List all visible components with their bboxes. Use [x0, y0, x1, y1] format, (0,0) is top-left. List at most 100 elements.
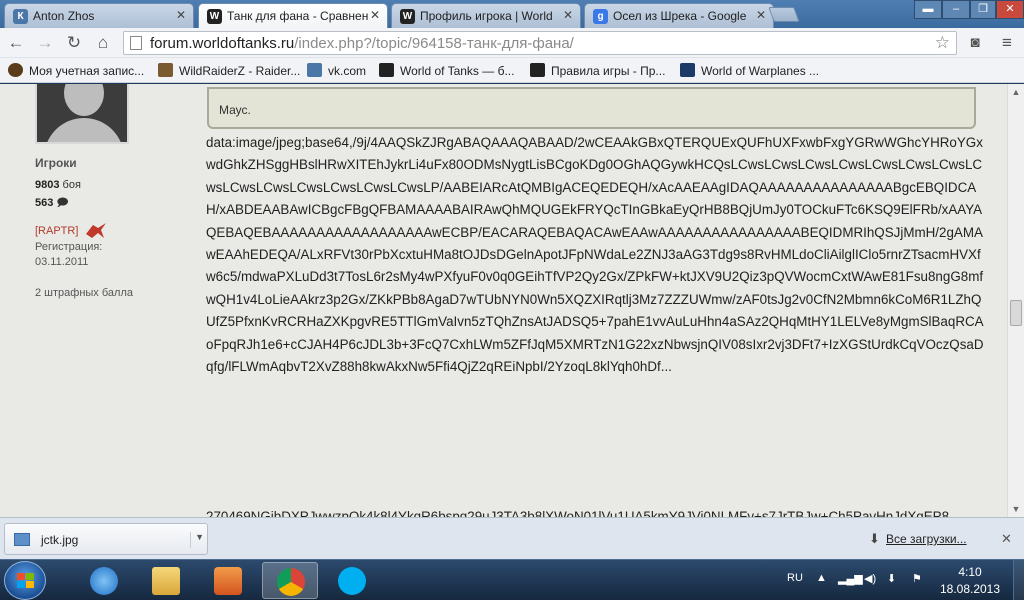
menu-icon[interactable]: ≡: [996, 34, 1018, 52]
bookmark-wowp[interactable]: World of Warplanes ...: [680, 63, 819, 78]
avatar[interactable]: [35, 84, 129, 144]
wot-icon: [379, 63, 394, 77]
scroll-down-icon[interactable]: ▼: [1008, 501, 1024, 517]
camera-extension-icon[interactable]: ◙: [964, 34, 986, 52]
battles-stat: 9803 боя: [35, 179, 81, 191]
language-indicator[interactable]: RU: [787, 572, 803, 584]
start-button[interactable]: [4, 561, 46, 600]
all-downloads-label: Все загрузки...: [886, 532, 967, 546]
bookmark-label: Моя учетная запис...: [29, 64, 145, 78]
forward-icon[interactable]: →: [34, 34, 56, 52]
taskbar-media-player[interactable]: [200, 562, 256, 599]
user-role: Игроки: [35, 156, 77, 170]
wot-icon: W: [400, 9, 415, 24]
scroll-up-icon[interactable]: ▲: [1008, 84, 1024, 100]
page-icon: [130, 36, 142, 50]
registration-label: Регистрация:: [35, 241, 103, 253]
bookmark-account[interactable]: Моя учетная запис...: [8, 63, 144, 78]
clock-time: 4:10: [958, 565, 982, 579]
user-icon[interactable]: ▬: [914, 0, 942, 19]
download-bar: jctk.jpg ▼ ⬇ Все загрузки... ✕: [0, 517, 1024, 559]
folder-icon: [152, 567, 180, 595]
tab-vk[interactable]: К Anton Zhos ✕: [4, 3, 194, 28]
tab-title: Осел из Шрека - Google: [613, 9, 747, 23]
close-window-icon[interactable]: ✕: [996, 0, 1024, 19]
navigation-toolbar: ← → ↻ ⌂ forum.worldoftanks.ru/index.php?…: [0, 28, 1024, 58]
download-arrow-icon: ⬇: [869, 531, 880, 546]
tab-title: Профиль игрока | World: [420, 9, 553, 23]
bookmarks-bar: Моя учетная запис... WildRaiderZ - Raide…: [0, 58, 1024, 83]
battles-count: 9803: [35, 179, 60, 191]
back-icon[interactable]: ←: [5, 34, 27, 52]
tab-google[interactable]: g Осел из Шрека - Google ✕: [584, 3, 774, 28]
taskbar-skype[interactable]: [324, 562, 380, 599]
vk-icon: [307, 63, 322, 77]
reload-icon[interactable]: ↻: [63, 34, 85, 52]
windows-taskbar: RU ▲ ▂▄▆ ◀) ⬇ ⚑ 4:10 18.08.2013: [0, 559, 1024, 600]
skype-icon: [338, 567, 366, 595]
quote-block: Маус.: [207, 87, 976, 129]
penalty-points: 2 штрафных балла: [35, 287, 133, 299]
clock-date: 18.08.2013: [939, 582, 1001, 596]
url-host: forum.worldoftanks.ru: [150, 35, 295, 52]
bookmark-rules[interactable]: Правила игры - Пр...: [530, 63, 665, 78]
user-info-panel: Игроки 9803 боя 563 🗩 [RAPTR] Регистраци…: [0, 84, 200, 517]
image-file-icon: [14, 533, 30, 546]
address-bar[interactable]: forum.worldoftanks.ru/index.php?/topic/9…: [123, 31, 957, 55]
download-tray-icon[interactable]: ⬇: [887, 572, 896, 585]
google-icon: g: [593, 9, 608, 24]
bookmark-star-icon[interactable]: ☆: [935, 33, 950, 53]
tab-player-profile[interactable]: W Профиль игрока | World ✕: [391, 3, 581, 28]
clan-tag[interactable]: [RAPTR]: [35, 225, 78, 237]
close-icon[interactable]: ✕: [756, 8, 766, 22]
close-icon[interactable]: ✕: [370, 8, 380, 22]
raider-icon: [158, 63, 173, 77]
tab-tank-for-fun[interactable]: W Танк для фана - Сравнен ✕: [198, 3, 388, 28]
network-icon[interactable]: ▂▄▆: [838, 572, 863, 585]
scroll-thumb[interactable]: [1010, 300, 1022, 326]
post-text: data:image/jpeg;base64,/9j/4AAQSkZJRgABA…: [206, 135, 984, 375]
vk-icon: К: [13, 9, 28, 24]
internet-explorer-icon: [90, 567, 118, 595]
all-downloads-link[interactable]: ⬇ Все загрузки...: [869, 531, 967, 546]
chevron-down-icon[interactable]: ▼: [190, 532, 204, 548]
tab-title: Танк для фана - Сравнен: [227, 9, 369, 23]
wot-icon: W: [207, 9, 222, 24]
tab-title: Anton Zhos: [33, 9, 95, 23]
post-body: data:image/jpeg;base64,/9j/4AAQSkZJRgABA…: [206, 132, 986, 517]
bookmark-wildraiderz[interactable]: WildRaiderZ - Raider...: [158, 63, 300, 78]
clock[interactable]: 4:10 18.08.2013: [934, 564, 1006, 598]
volume-icon[interactable]: ◀): [864, 572, 876, 585]
registration-date: 03.11.2011: [35, 256, 89, 268]
download-item[interactable]: jctk.jpg ▼: [4, 523, 208, 555]
posts-stat: 563 🗩: [35, 194, 69, 213]
chrome-icon: [277, 568, 305, 596]
taskbar-internet-explorer[interactable]: [76, 562, 132, 599]
new-tab-button[interactable]: [768, 7, 800, 22]
close-icon[interactable]: ✕: [176, 8, 186, 22]
wot-icon: [530, 63, 545, 77]
bookmark-label: World of Tanks — б...: [400, 64, 515, 78]
close-icon[interactable]: ✕: [563, 8, 573, 22]
bookmark-label: Правила игры - Пр...: [551, 64, 666, 78]
bookmark-wot[interactable]: World of Tanks — б...: [379, 63, 514, 78]
minimize-icon[interactable]: –: [942, 0, 970, 19]
forum-page: Игроки 9803 боя 563 🗩 [RAPTR] Регистраци…: [0, 84, 1007, 517]
download-filename: jctk.jpg: [41, 533, 79, 547]
home-icon[interactable]: ⌂: [92, 34, 114, 52]
close-icon[interactable]: ✕: [1001, 531, 1012, 547]
bookmark-label: World of Warplanes ...: [701, 64, 820, 78]
speech-bubble-icon: 🗩: [56, 197, 69, 209]
url-path: /index.php?/topic/964158-танк-для-фана/: [294, 35, 574, 52]
show-hidden-icons-icon[interactable]: ▲: [816, 572, 827, 584]
bookmark-label: vk.com: [328, 64, 367, 78]
windows-logo-icon: [17, 573, 35, 589]
taskbar-chrome[interactable]: [262, 562, 318, 599]
action-center-icon[interactable]: ⚑: [912, 572, 922, 585]
bookmark-vk[interactable]: vk.com: [307, 63, 366, 78]
page-scrollbar[interactable]: ▲ ▼: [1007, 84, 1024, 517]
show-desktop-button[interactable]: [1013, 560, 1024, 600]
posts-count: 563: [35, 197, 54, 209]
taskbar-explorer[interactable]: [138, 562, 194, 599]
restore-icon[interactable]: ❐: [970, 0, 996, 19]
